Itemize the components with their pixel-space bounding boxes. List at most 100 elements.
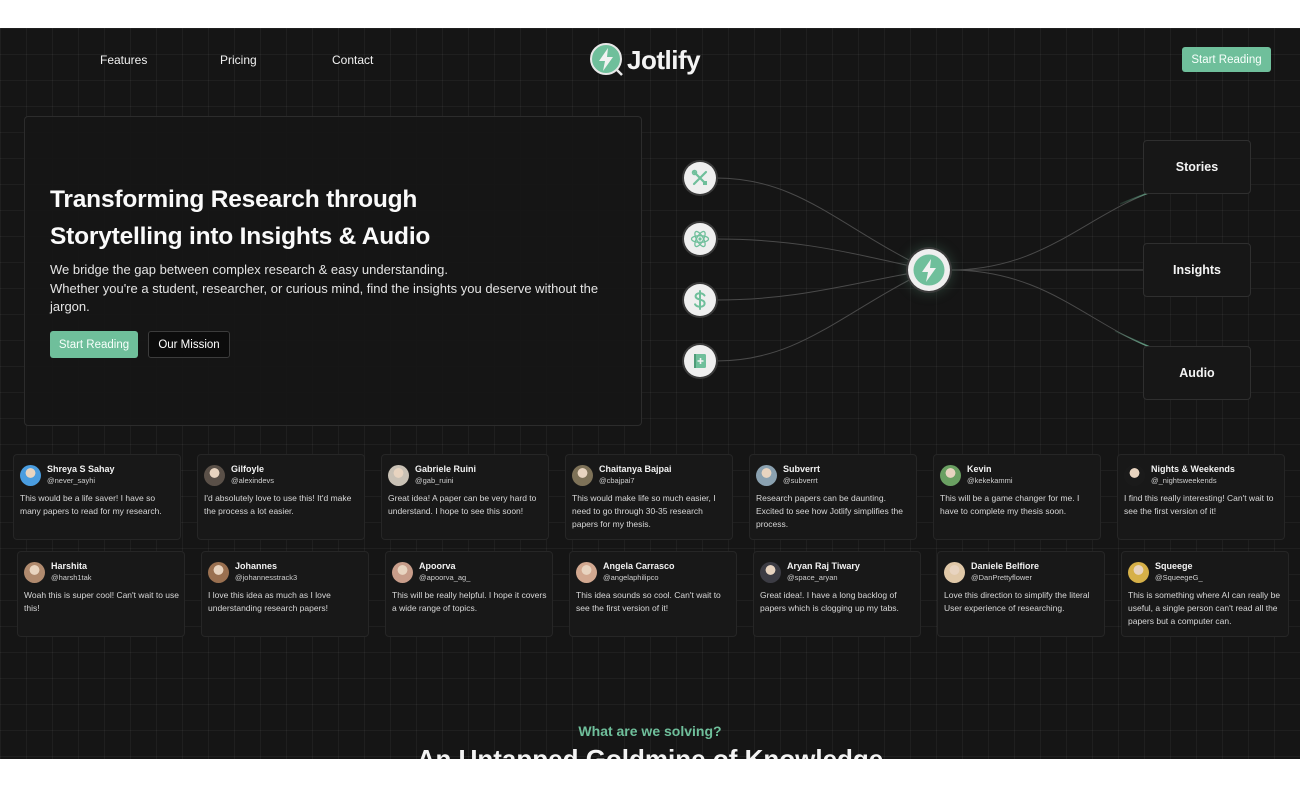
connector-line: [949, 269, 1166, 354]
source-node-tools: [684, 162, 716, 194]
dollar-icon: [694, 290, 706, 310]
nav-start-reading-button[interactable]: Start Reading: [1182, 47, 1271, 72]
output-node-stories: Stories: [1143, 140, 1251, 194]
testimonial-card: Subverrt @subverrt Research papers can be …: [749, 454, 917, 540]
testimonial-handle: @gab_ruini: [415, 476, 454, 485]
hero-description-line: Whether you're a student, researcher, or…: [50, 280, 599, 296]
testimonial-name: Subverrt: [783, 464, 821, 474]
avatar: [20, 465, 41, 486]
testimonial-name: Harshita: [51, 561, 88, 571]
hero-description-line: We bridge the gap between complex resear…: [50, 262, 448, 277]
testimonial-text: I find this really interesting! Can't wa…: [1124, 493, 1274, 516]
testimonial-card: Shreya S Sahay @never_sayhi This would be …: [13, 454, 181, 540]
testimonial-row: Shreya S Sahay @never_sayhi This would be …: [0, 454, 1300, 542]
source-node-notebook: [684, 345, 716, 377]
testimonial-text: This would be a life saver! I have so ma…: [20, 493, 162, 516]
connector-line: [715, 269, 930, 362]
output-node-audio: Audio: [1143, 346, 1251, 400]
hero-description: We bridge the gap between complex resear…: [50, 261, 630, 317]
nav-link-contact[interactable]: Contact: [332, 53, 373, 67]
hero-card: Transforming Research through Storytelli…: [24, 116, 642, 426]
our-mission-button[interactable]: Our Mission: [148, 331, 230, 358]
testimonial-text: Research papers can be daunting. Excited…: [756, 493, 903, 529]
testimonial-card: Apoorva @apoorva_ag_ This will be really h…: [385, 551, 553, 637]
connector-line: [715, 238, 930, 271]
testimonial-handle: @subverrt: [783, 476, 818, 485]
testimonial-handle: @harsh1tak: [51, 573, 92, 582]
connector-line: [715, 177, 930, 271]
avatar: [24, 562, 45, 583]
testimonial-handle: @kekekammi: [967, 476, 1013, 485]
testimonial-name: Apoorva: [419, 561, 456, 571]
notebook-icon: [694, 354, 706, 368]
hero-title-line: Storytelling into Insights & Audio: [50, 223, 431, 250]
avatar: [756, 465, 777, 486]
testimonial-text: This would make life so much easier, I n…: [572, 493, 716, 529]
testimonial-text: Great idea!. I have a long backlog of pa…: [760, 590, 899, 613]
output-node-insights: Insights: [1143, 243, 1251, 297]
testimonial-name: Squeege: [1155, 561, 1193, 571]
nav-link-pricing[interactable]: Pricing: [220, 53, 257, 67]
avatar: [760, 562, 781, 583]
testimonial-text: This is something where AI can really be…: [1128, 590, 1281, 626]
testimonial-handle: @never_sayhi: [47, 476, 96, 485]
testimonial-card: Aryan Raj Tiwary @space_aryan Great idea!.…: [753, 551, 921, 637]
source-node-dollar: [684, 284, 716, 316]
testimonial-handle: @johannesstrack3: [235, 573, 298, 582]
avatar: [208, 562, 229, 583]
testimonial-card: Squeege @SqueegeG_ This is something where…: [1121, 551, 1289, 637]
avatar: [388, 465, 409, 486]
hero-title: Transforming Research through Storytelli…: [50, 181, 610, 255]
testimonial-row: Harshita @harsh1tak Woah this is super coo…: [0, 551, 1300, 639]
testimonial-handle: @apoorva_ag_: [419, 573, 471, 582]
hero-description-line: jargon.: [50, 299, 90, 314]
testimonial-name: Gabriele Ruini: [415, 464, 477, 474]
testimonial-card: Angela Carrasco @angelaphilipco This idea …: [569, 551, 737, 637]
avatar: [940, 465, 961, 486]
connector-line: [715, 269, 930, 301]
testimonial-text: This will be a game changer for me. I ha…: [940, 493, 1080, 516]
jotlify-logo-icon: [590, 43, 623, 76]
testimonial-name: Angela Carrasco: [603, 561, 675, 571]
testimonial-handle: @cbajpai7: [599, 476, 635, 485]
testimonial-card: Johannes @johannesstrack3 I love this idea…: [201, 551, 369, 637]
testimonial-name: Chaitanya Bajpai: [599, 464, 672, 474]
section-eyebrow: What are we solving?: [578, 723, 722, 739]
brand-logo[interactable]: Jotlify: [590, 43, 701, 77]
testimonial-card: Gilfoyle @alexindevs I'd absolutely love t…: [197, 454, 365, 540]
brand-name: Jotlify: [627, 44, 701, 75]
avatar: [944, 562, 965, 583]
testimonial-name: Kevin: [967, 464, 992, 474]
avatar: [392, 562, 413, 583]
testimonial-name: Johannes: [235, 561, 278, 571]
testimonial-text: I'd absolutely love to use this! It'd ma…: [204, 493, 352, 516]
connector-line: [949, 185, 1171, 271]
testimonial-text: Love this direction to simplify the lite…: [944, 590, 1090, 613]
avatar: [572, 465, 593, 486]
hero-title-line: Transforming Research through: [50, 186, 418, 213]
testimonial-text: This idea sounds so cool. Can't wait to …: [576, 590, 721, 613]
testimonial-name: Daniele Belfiore: [971, 561, 1040, 571]
avatar: [1124, 465, 1145, 486]
testimonial-card: Nights & Weekends @_nightsweekends I find …: [1117, 454, 1285, 540]
testimonial-name: Nights & Weekends: [1151, 464, 1235, 474]
section-heading: An Untapped Goldmine of Knowledge: [416, 744, 884, 759]
testimonial-handle: @space_aryan: [787, 573, 838, 582]
nav-link-features[interactable]: Features: [100, 53, 147, 67]
source-node-atom: [684, 223, 716, 255]
testimonial-card: Harshita @harsh1tak Woah this is super coo…: [17, 551, 185, 637]
testimonial-handle: @alexindevs: [231, 476, 275, 485]
avatar: [1128, 562, 1149, 583]
testimonial-card: Kevin @kekekammi This will be a game chang…: [933, 454, 1101, 540]
hub-node: [908, 249, 950, 291]
avatar: [576, 562, 597, 583]
testimonial-text: I love this idea as much as I love under…: [208, 590, 331, 613]
atom-icon: [690, 230, 710, 248]
testimonial-handle: @angelaphilipco: [603, 573, 659, 582]
testimonial-name: Aryan Raj Tiwary: [787, 561, 860, 571]
tools-icon: [691, 169, 708, 186]
testimonial-text: Great idea! A paper can be very hard to …: [388, 493, 537, 516]
testimonial-handle: @DanPrettyflower: [971, 573, 1032, 582]
testimonial-text: Woah this is super cool! Can't wait to u…: [24, 590, 180, 613]
start-reading-button[interactable]: Start Reading: [50, 331, 138, 358]
